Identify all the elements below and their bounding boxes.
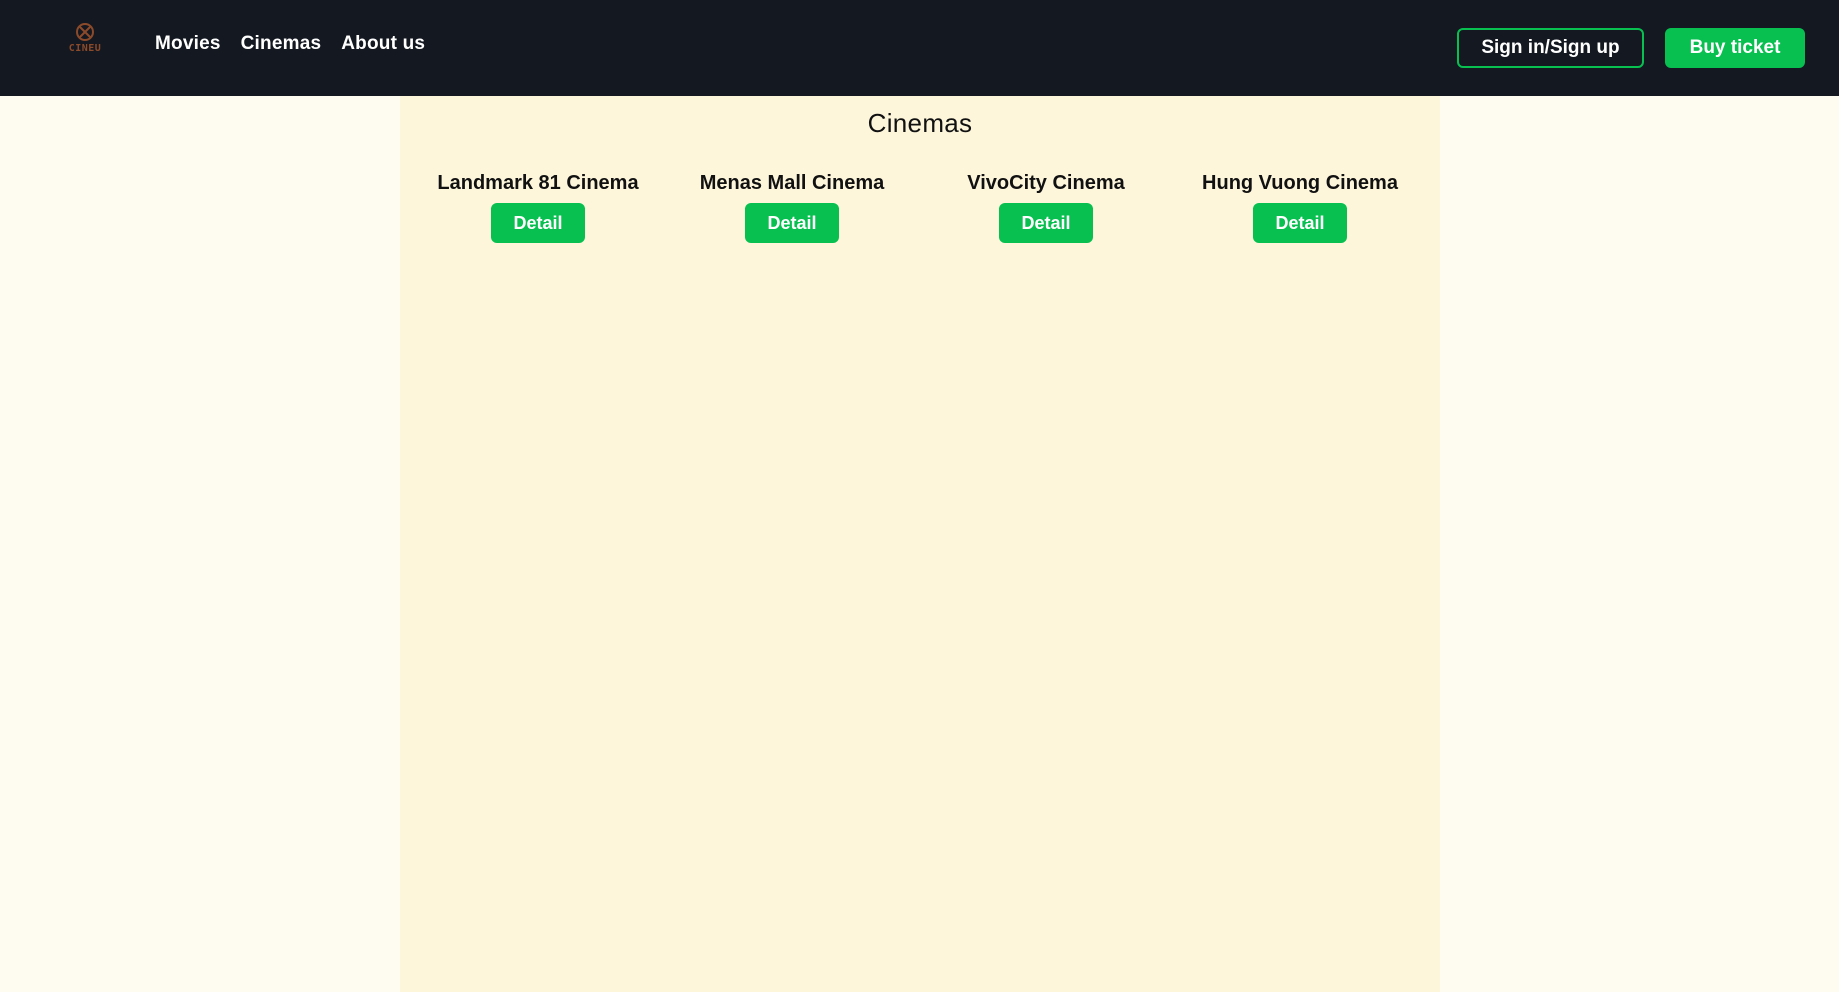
cinema-card-hung-vuong: Hung Vuong Cinema Detail — [1173, 170, 1427, 243]
cinema-card-vivocity: VivoCity Cinema Detail — [919, 170, 1173, 243]
nav-link-movies[interactable]: Movies — [155, 33, 221, 55]
cinema-name: Menas Mall Cinema — [699, 172, 885, 194]
sign-in-button[interactable]: Sign in/Sign up — [1457, 28, 1644, 68]
detail-button[interactable]: Detail — [999, 203, 1093, 243]
cinema-card-menas-mall: Menas Mall Cinema Detail — [665, 170, 919, 243]
site-logo[interactable]: CINEU — [60, 22, 110, 70]
cinema-name: Landmark 81 Cinema — [437, 172, 639, 194]
cinema-card-landmark-81: Landmark 81 Cinema Detail — [411, 170, 665, 243]
nav-link-cinemas[interactable]: Cinemas — [241, 33, 322, 55]
main-content: Cinemas Landmark 81 Cinema Detail Menas … — [400, 96, 1440, 992]
detail-button[interactable]: Detail — [1253, 203, 1347, 243]
nav-link-about-us[interactable]: About us — [341, 33, 425, 55]
main-nav: Movies Cinemas About us — [155, 33, 425, 55]
page-title: Cinemas — [867, 108, 973, 138]
buy-ticket-button[interactable]: Buy ticket — [1665, 28, 1805, 68]
top-navbar: CINEU Movies Cinemas About us Sign in/Si… — [0, 0, 1839, 96]
logo-text: CINEU — [68, 43, 102, 54]
cinema-name: Hung Vuong Cinema — [1202, 172, 1398, 194]
film-reel-icon — [76, 23, 94, 41]
detail-button[interactable]: Detail — [491, 203, 585, 243]
detail-button[interactable]: Detail — [745, 203, 839, 243]
cinema-name: VivoCity Cinema — [967, 172, 1125, 194]
